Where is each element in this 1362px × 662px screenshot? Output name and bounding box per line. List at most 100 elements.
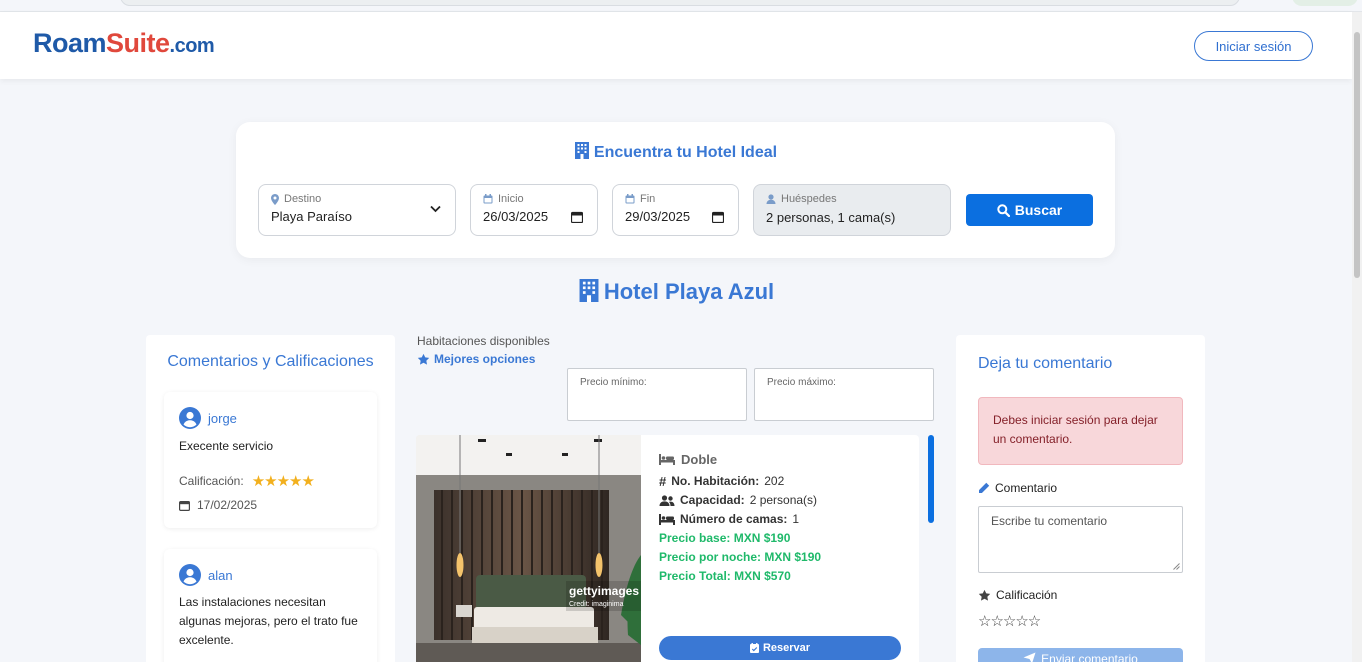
comment-rating-row: Calificación: ★★★★★: [179, 472, 315, 490]
users-icon: [659, 495, 675, 506]
end-date-field[interactable]: Fin 29/03/2025: [612, 184, 739, 236]
room-photo[interactable]: gettyimages Credit: imaginima: [416, 435, 641, 662]
room-type-row: Doble: [659, 452, 821, 467]
start-date-value: 26/03/2025: [483, 209, 549, 224]
logo-part-roam: Roam: [33, 28, 107, 58]
end-date-label: Fin: [640, 193, 656, 205]
bed-icon: [659, 514, 675, 525]
review-title: Deja tu comentario: [978, 355, 1113, 372]
max-price-input[interactable]: Precio máximo:: [754, 368, 934, 421]
rating-label-row: Calificación: [978, 588, 1057, 602]
best-options-link[interactable]: Mejores opciones: [417, 352, 535, 366]
chevron-down-icon: [430, 205, 441, 213]
room-capacity-label: Capacidad:: [680, 493, 745, 507]
room-type: Doble: [681, 452, 718, 467]
comment-text: Las instalaciones necesitan algunas mejo…: [179, 595, 358, 647]
calendar-icon: [483, 194, 493, 204]
search-icon: [997, 203, 1010, 217]
hash-icon: #: [659, 474, 667, 489]
navbar: RoamSuite.com Iniciar sesión: [0, 12, 1352, 79]
login-button[interactable]: Iniciar sesión: [1194, 31, 1313, 61]
hotel-title-row: Hotel Playa Azul: [0, 279, 1352, 308]
comment-user-row: alan: [179, 564, 233, 586]
date-picker-icon[interactable]: [571, 211, 583, 223]
rooms-heading: Habitaciones disponibles: [417, 334, 550, 348]
start-date-label-row: Inicio: [483, 193, 524, 205]
user-icon: [766, 194, 776, 204]
search-title-row: Encuentra tu Hotel Ideal: [236, 142, 1115, 164]
best-options-label: Mejores opciones: [434, 352, 536, 366]
comment-user-row: jorge: [179, 407, 237, 429]
room-beds-row: Número de camas: 1: [659, 510, 821, 529]
search-card: Encuentra tu Hotel Ideal Destino Playa P…: [236, 122, 1115, 258]
comments-panel: Comentarios y Calificaciones jorge Exece…: [146, 335, 395, 662]
room-night-price: Precio por noche: MXN $190: [659, 550, 822, 564]
review-panel: Deja tu comentario Debes iniciar sesión …: [956, 335, 1205, 662]
room-beds: 1: [792, 512, 800, 526]
end-date-label-row: Fin: [625, 193, 655, 205]
room-capacity-row: Capacidad: 2 persona(s): [659, 491, 821, 510]
user-avatar-icon: [179, 564, 201, 586]
calendar-check-icon: [749, 643, 759, 653]
max-price-label: Precio máximo:: [767, 377, 836, 388]
room-details: Doble # No. Habitación: 202 Capacidad: 2…: [659, 452, 821, 586]
search-button[interactable]: Buscar: [966, 194, 1093, 226]
end-date-value: 29/03/2025: [625, 209, 691, 224]
guests-value: 2 personas, 1 cama(s): [766, 210, 896, 225]
login-required-alert: Debes iniciar sesión para dejar un comen…: [978, 397, 1183, 465]
room-number-label: No. Habitación:: [671, 474, 760, 488]
start-date-field[interactable]: Inicio 26/03/2025: [470, 184, 598, 236]
destination-select[interactable]: Destino Playa Paraíso: [258, 184, 456, 236]
star-icon: [978, 589, 991, 601]
min-price-label: Precio mínimo:: [580, 377, 647, 388]
address-bar[interactable]: [120, 0, 1240, 6]
resize-handle-icon[interactable]: [1173, 563, 1180, 570]
comment-rating-label: Calificación:: [179, 474, 244, 488]
reserve-button[interactable]: Reservar: [659, 636, 901, 660]
destination-value: Playa Paraíso: [271, 209, 352, 224]
comment-user: alan: [208, 567, 233, 583]
bed-icon: [659, 454, 675, 465]
room-number-row: # No. Habitación: 202: [659, 472, 821, 491]
page-scrollbar[interactable]: [1352, 12, 1362, 662]
send-comment-label: Enviar comentario: [1041, 652, 1138, 662]
page-scrollbar-thumb[interactable]: [1354, 32, 1360, 278]
guests-field[interactable]: Huéspedes 2 personas, 1 cama(s): [753, 184, 951, 236]
browser-action[interactable]: [1292, 0, 1358, 6]
room-capacity: 2 persona(s): [749, 493, 818, 507]
image-credit: Credit: imaginima: [569, 601, 624, 608]
rating-label: Calificación: [996, 588, 1058, 602]
building-icon: [574, 142, 590, 164]
guests-label-row: Huéspedes: [766, 193, 837, 205]
logo-part-suite: Suite: [106, 28, 170, 58]
comment-textarea[interactable]: Escribe tu comentario: [978, 506, 1183, 573]
send-comment-button[interactable]: Enviar comentario: [978, 648, 1183, 662]
room-total-price: Precio Total: MXN $570: [659, 569, 791, 583]
send-icon: [1023, 652, 1036, 662]
comment-text: Execente servicio: [179, 439, 274, 453]
comment-label: Comentario: [995, 481, 1058, 495]
start-date-label: Inicio: [498, 193, 524, 205]
destination-label: Destino: [284, 193, 322, 205]
building-icon: [578, 279, 600, 308]
date-picker-icon[interactable]: [712, 211, 724, 223]
rating-stars-input[interactable]: ☆☆☆☆☆: [978, 612, 1041, 630]
comment-date-row: 17/02/2025: [179, 498, 257, 512]
comment-card: jorge Execente servicio Calificación: ★★…: [164, 392, 377, 528]
calendar-icon: [179, 500, 190, 511]
logo[interactable]: RoamSuite.com: [33, 28, 215, 59]
browser-strip: [0, 0, 1362, 12]
calendar-icon: [625, 194, 635, 204]
min-price-input[interactable]: Precio mínimo:: [567, 368, 747, 421]
user-avatar-icon: [179, 407, 201, 429]
location-pin-icon: [271, 193, 279, 205]
rooms-scrollbar-thumb[interactable]: [928, 435, 934, 523]
destination-label-row: Destino: [271, 193, 321, 205]
comments-title: Comentarios y Calificaciones: [167, 353, 374, 370]
reserve-button-label: Reservar: [762, 642, 811, 654]
room-beds-label: Número de camas:: [680, 512, 788, 526]
hotel-title: Hotel Playa Azul: [603, 279, 775, 304]
comment-user: jorge: [208, 410, 237, 426]
comment-placeholder: Escribe tu comentario: [991, 514, 1108, 528]
room-card: gettyimages Credit: imaginima Doble # No…: [416, 435, 919, 662]
